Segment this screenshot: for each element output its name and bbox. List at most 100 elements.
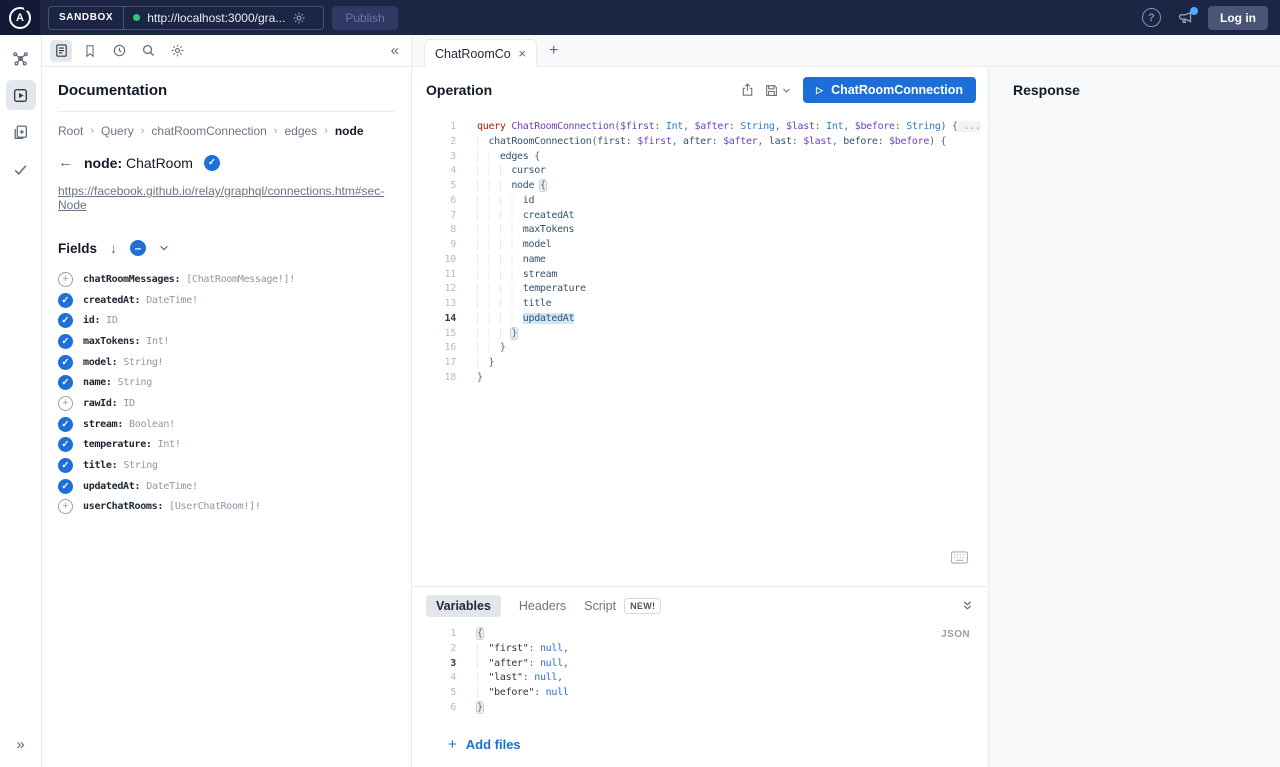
login-button[interactable]: Log in [1208, 5, 1268, 30]
help-icon[interactable]: ? [1142, 8, 1161, 27]
new-tab-button[interactable]: + [549, 42, 558, 60]
field-add-plus-icon[interactable]: + [58, 395, 73, 411]
field-selected-check-icon[interactable]: ✓ [58, 292, 73, 308]
bookmark-icon[interactable] [79, 40, 101, 62]
close-tab-icon[interactable]: × [512, 46, 526, 61]
field-row[interactable]: ✓ createdAt: DateTime! [58, 290, 395, 311]
field-selected-check-icon[interactable]: ✓ [58, 333, 73, 349]
documentation-panel: « Documentation Root › Query › chatRoomC… [42, 35, 412, 767]
code-token: : [534, 687, 546, 698]
collapse-variables-panel-icon[interactable] [961, 599, 974, 612]
operation-editor[interactable]: 1 query ChatRoomConnection($first: Int, $… [412, 113, 988, 586]
code-token: } [477, 701, 483, 713]
code-token: ... [957, 121, 981, 132]
selected-check-icon[interactable]: ✓ [203, 154, 220, 171]
publish-button[interactable]: Publish [332, 5, 398, 30]
field-row[interactable]: ✓ stream: Boolean! [58, 414, 395, 435]
field-name: title: [83, 460, 118, 472]
field-row[interactable]: + rawId: ID [58, 393, 395, 414]
breadcrumb-item[interactable]: Query [101, 124, 134, 138]
code-line: 3 "after": null, [412, 657, 988, 672]
field-row[interactable]: ✓ title: String [58, 455, 395, 476]
indent-guides [477, 135, 489, 147]
field-text: userChatRooms: [UserChatRoom!]! [83, 501, 261, 512]
field-selected-check-icon[interactable]: ✓ [58, 458, 73, 474]
field-text: updatedAt: DateTime! [83, 481, 198, 492]
field-row[interactable]: ✓ model: String! [58, 352, 395, 373]
code-token: last [768, 135, 792, 147]
collapse-docs-button[interactable]: « [391, 42, 399, 59]
operation-tab[interactable]: ChatRoomCo... × [424, 39, 537, 67]
left-rail: » [0, 35, 42, 767]
code-token: { [539, 180, 546, 191]
breadcrumb-item[interactable]: chatRoomConnection [151, 124, 266, 138]
play-icon: ▷ [816, 84, 824, 95]
add-files-button[interactable]: + Add files [448, 736, 988, 753]
code-token: , [557, 672, 563, 684]
field-selected-check-icon[interactable]: ✓ [58, 354, 73, 370]
endpoint-url-text: http://localhost:3000/gra... [147, 10, 286, 25]
breadcrumb-item[interactable]: Root [58, 124, 83, 138]
chevron-down-icon[interactable] [159, 244, 169, 252]
search-icon[interactable] [137, 40, 159, 62]
field-row[interactable]: ✓ maxTokens: Int! [58, 331, 395, 352]
code-token: cursor [511, 165, 546, 177]
field-row[interactable]: + userChatRooms: [UserChatRoom!]! [58, 497, 395, 518]
connection-settings-gear-icon[interactable] [292, 11, 314, 25]
code-line: 7 createdAt [412, 209, 988, 224]
code-token: after [683, 135, 712, 147]
field-selected-check-icon[interactable]: ✓ [58, 437, 73, 453]
tab-headers[interactable]: Headers [519, 599, 566, 613]
field-row[interactable]: ✓ id: ID [58, 310, 395, 331]
field-row[interactable]: ✓ name: String [58, 372, 395, 393]
settings-gear-icon[interactable] [166, 40, 188, 62]
sort-descending-icon[interactable]: ↓ [110, 240, 117, 256]
apollo-logo[interactable]: A [0, 0, 40, 35]
field-row[interactable]: ✓ updatedAt: DateTime! [58, 476, 395, 497]
history-icon[interactable] [108, 40, 130, 62]
run-operation-button[interactable]: ▷ ChatRoomConnection [803, 77, 976, 103]
deselect-all-button[interactable]: – [130, 240, 147, 256]
line-content: { [477, 627, 483, 642]
line-content: id [477, 194, 535, 209]
indent-guides [477, 283, 523, 295]
field-add-plus-icon[interactable]: + [58, 499, 73, 515]
line-number: 17 [444, 357, 457, 368]
field-text: model: String! [83, 357, 164, 368]
field-selected-check-icon[interactable]: ✓ [58, 313, 73, 329]
breadcrumb-separator: › [324, 125, 328, 137]
code-token: $after [723, 135, 758, 147]
announcements-icon[interactable] [1177, 7, 1198, 25]
endpoint-url-input[interactable]: http://localhost:3000/gra... [124, 11, 323, 25]
code-token: temperature [522, 283, 586, 295]
code-line: 5 "before": null [412, 686, 988, 701]
code-token: ) { [929, 135, 947, 147]
save-dropdown-chevron-icon[interactable] [782, 87, 791, 94]
documentation-tab-icon[interactable] [50, 39, 72, 62]
sidebar-item-explorer[interactable] [5, 80, 36, 110]
breadcrumb-item[interactable]: edges [284, 124, 317, 138]
code-line: 6} [412, 701, 988, 716]
breadcrumb-separator: › [273, 125, 278, 137]
tab-variables[interactable]: Variables [426, 594, 501, 617]
sidebar-item-collections[interactable] [6, 117, 36, 147]
sidebar-item-checklist[interactable] [6, 154, 36, 184]
relay-doc-link[interactable]: https://facebook.github.io/relay/graphql… [58, 184, 395, 212]
share-operation-icon[interactable] [734, 77, 760, 103]
code-token: query [477, 121, 506, 132]
keyboard-shortcuts-icon[interactable] [951, 551, 968, 564]
field-type: String [117, 377, 153, 389]
field-selected-check-icon[interactable]: ✓ [58, 478, 73, 494]
variables-editor[interactable]: JSON 1{2 "first": null, 3 "after": null, 4… [412, 624, 988, 732]
save-operation-group[interactable] [764, 83, 791, 98]
field-add-plus-icon[interactable]: + [58, 271, 73, 287]
field-row[interactable]: + chatRoomMessages: [ChatRoomMessage!]! [58, 269, 395, 290]
sidebar-item-graph[interactable] [6, 43, 36, 73]
back-button[interactable]: ← [58, 154, 73, 171]
expand-sidebar-button[interactable]: » [16, 736, 24, 767]
field-selected-check-icon[interactable]: ✓ [58, 375, 73, 391]
tab-script[interactable]: Script [584, 599, 616, 613]
line-content: "after": null, [477, 657, 569, 672]
field-row[interactable]: ✓ temperature: Int! [58, 435, 395, 456]
field-selected-check-icon[interactable]: ✓ [58, 416, 73, 432]
